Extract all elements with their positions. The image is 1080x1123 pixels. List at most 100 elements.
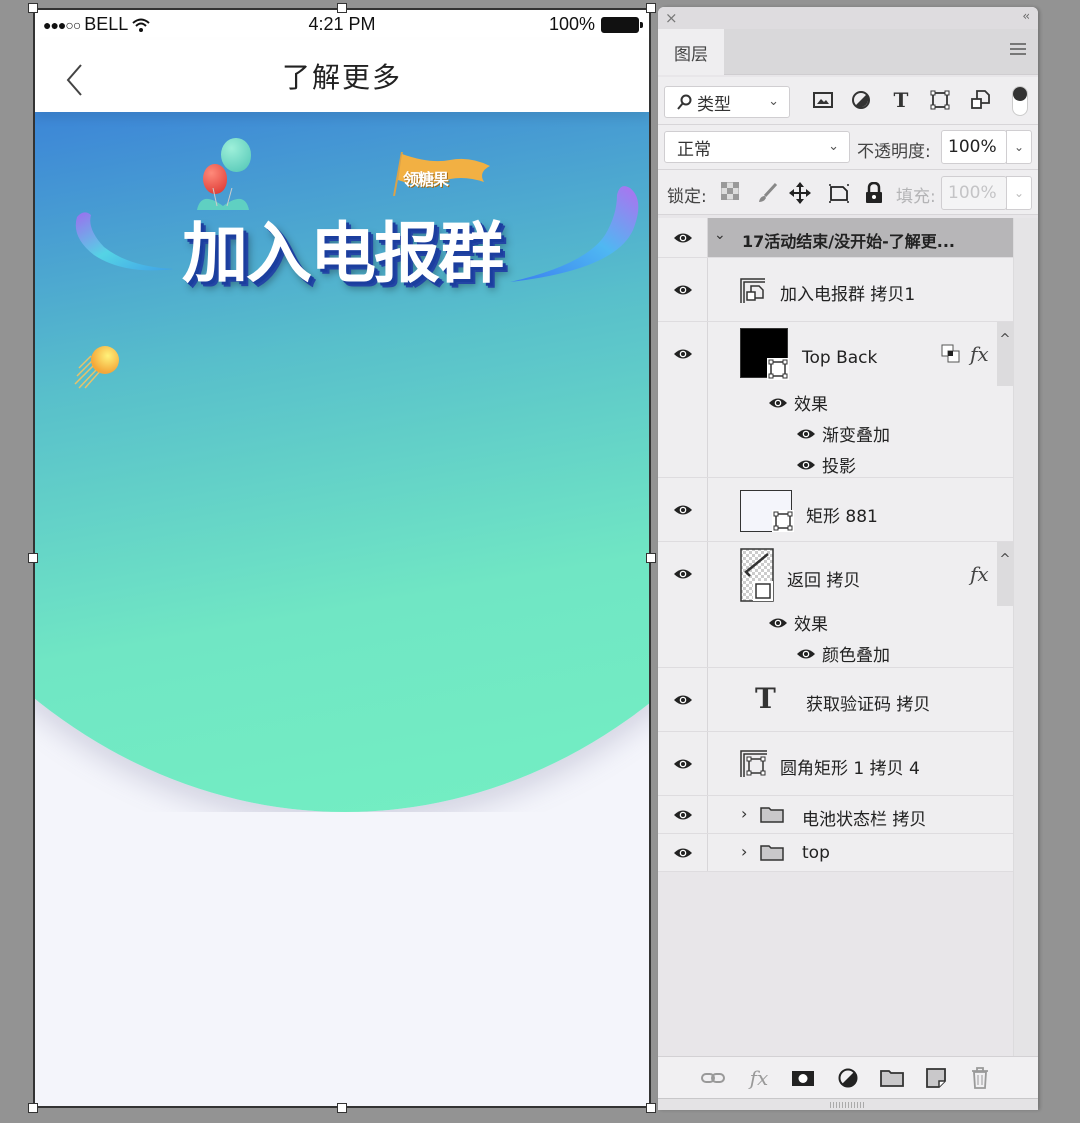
page-title: 了解更多 [281, 61, 402, 94]
filter-toggle-switch[interactable] [1012, 86, 1028, 116]
transform-handle-mr[interactable] [646, 553, 656, 563]
visibility-eye-icon[interactable] [673, 568, 693, 580]
visibility-eye-icon[interactable] [673, 284, 693, 296]
visibility-eye-icon[interactable] [673, 809, 693, 821]
layer-row[interactable]: Top Back fx ^ 效果 渐变叠加 投影 [658, 322, 1013, 478]
visibility-eye-icon[interactable] [673, 758, 693, 770]
layers-bottom-toolbar: fx [658, 1056, 1038, 1098]
battery-percent: 100% [548, 14, 595, 34]
shape-layer-badge-icon [772, 510, 794, 532]
fx-icon[interactable]: fx [970, 562, 989, 586]
effects-label: 效果 [794, 395, 828, 415]
layer-row[interactable]: 返回 拷贝 fx ^ 效果 颜色叠加 [658, 542, 1013, 668]
filter-kind-label: 类型 [697, 94, 731, 115]
blend-mode-select[interactable]: 正常 ⌄ [664, 131, 850, 163]
adjustment-icon[interactable] [835, 1066, 861, 1090]
effects-group[interactable]: 效果 [768, 390, 828, 415]
collapse-effects-icon[interactable]: ^ [997, 542, 1013, 606]
layer-row[interactable]: T 获取验证码 拷贝 [658, 668, 1013, 732]
folder-icon [760, 845, 784, 861]
opacity-input[interactable]: 100% [941, 130, 1007, 164]
visibility-eye-icon[interactable] [796, 428, 816, 440]
effect-item[interactable]: 颜色叠加 [796, 641, 890, 666]
chevron-down-icon: ⌄ [828, 139, 839, 154]
smart-object-layer-icon [740, 278, 765, 303]
hero-banner: 领糖果 加入电报群 [35, 112, 649, 812]
layer-row[interactable]: 圆角矩形 1 拷贝 4 [658, 732, 1013, 796]
layer-row[interactable]: 矩形 881 [658, 478, 1013, 542]
artboard-canvas[interactable]: ●●●○○ BELL 4:21 PM 100% 了解更多 领糖果 加入电报群 [33, 8, 651, 1108]
opacity-label: 不透明度: [857, 142, 931, 162]
fill-dropdown-button[interactable]: ⌄ [1006, 176, 1032, 210]
layer-name: top [802, 843, 830, 863]
trash-icon[interactable] [967, 1066, 993, 1090]
ios-status-bar: ●●●○○ BELL 4:21 PM 100% [35, 10, 649, 40]
close-icon[interactable]: × [665, 9, 678, 27]
effect-item[interactable]: 投影 [796, 452, 856, 477]
effect-name: 颜色叠加 [822, 646, 890, 666]
layers-panel: × ‹‹ 图层 类型 ⌄ T 正常 ⌄ 不透明度: 100% ⌄ 锁定: 填充:… [658, 7, 1038, 1110]
transform-handle-tr[interactable] [646, 3, 656, 13]
filter-kind-select[interactable]: 类型 ⌄ [664, 86, 790, 118]
visibility-eye-icon[interactable] [796, 648, 816, 660]
effect-name: 投影 [822, 457, 856, 477]
new-layer-icon[interactable] [923, 1066, 949, 1090]
effects-group[interactable]: 效果 [768, 610, 828, 635]
layer-row-group-header[interactable]: ⌄ 17活动结束/没开始-了解更... [658, 218, 1013, 258]
effects-label: 效果 [794, 615, 828, 635]
layer-row[interactable]: › top [658, 834, 1013, 872]
transform-handle-bc[interactable] [337, 1103, 347, 1113]
teal-balloon [221, 138, 251, 172]
layer-name: 圆角矩形 1 拷贝 4 [780, 759, 920, 779]
text-layer-icon: T [755, 682, 776, 715]
chevron-down-icon[interactable]: ⌄ [714, 227, 726, 243]
layer-row[interactable]: 加入电报群 拷贝1 [658, 258, 1013, 322]
layer-row[interactable]: › 电池状态栏 拷贝 [658, 796, 1013, 834]
mask-icon[interactable] [790, 1066, 816, 1090]
fill-input[interactable]: 100% [941, 176, 1007, 210]
transform-handle-bl[interactable] [28, 1103, 38, 1113]
banner-title: 加入电报群 [182, 215, 504, 292]
link-icon[interactable] [700, 1066, 726, 1090]
collapse-effects-icon[interactable]: ^ [997, 322, 1013, 386]
chevron-right-icon[interactable]: › [741, 804, 747, 823]
visibility-eye-icon[interactable] [673, 504, 693, 516]
blend-mode-label: 正常 [677, 139, 711, 160]
tab-layers[interactable]: 图层 [658, 29, 724, 75]
visibility-eye-icon[interactable] [768, 397, 788, 409]
fx-icon[interactable]: fx [970, 342, 989, 366]
panel-resize-grip[interactable] [658, 1098, 1038, 1110]
transform-handle-tl[interactable] [28, 3, 38, 13]
visibility-eye-icon[interactable] [673, 694, 693, 706]
folder-icon[interactable] [879, 1066, 905, 1090]
layers-scrollbar[interactable] [1013, 218, 1038, 1056]
lock-transparency-icon[interactable] [721, 182, 739, 200]
shape-filter-icon[interactable] [929, 89, 951, 111]
chevron-right-icon[interactable]: › [741, 842, 747, 861]
visibility-eye-icon[interactable] [673, 847, 693, 859]
type-filter-icon[interactable]: T [890, 88, 912, 112]
visibility-eye-icon[interactable] [796, 459, 816, 471]
opacity-dropdown-button[interactable]: ⌄ [1006, 130, 1032, 164]
smart-object-filter-icon[interactable] [969, 89, 991, 111]
visibility-eye-icon[interactable] [673, 348, 693, 360]
collapse-panel-icon[interactable]: ‹‹ [1022, 9, 1029, 23]
effect-item[interactable]: 渐变叠加 [796, 421, 890, 446]
lock-all-icon[interactable] [865, 182, 883, 204]
visibility-eye-icon[interactable] [768, 617, 788, 629]
adjustment-filter-icon[interactable] [850, 89, 872, 111]
lock-artboard-icon[interactable] [828, 182, 850, 204]
visibility-eye-icon[interactable] [673, 232, 693, 244]
transform-handle-tc[interactable] [337, 3, 347, 13]
layer-name: 电池状态栏 拷贝 [802, 810, 927, 830]
lock-pixels-brush-icon[interactable] [756, 182, 778, 204]
panel-menu-icon[interactable] [1010, 43, 1026, 58]
lock-position-move-icon[interactable] [789, 182, 811, 204]
transform-handle-br[interactable] [646, 1103, 656, 1113]
search-icon [677, 94, 692, 110]
image-filter-icon[interactable] [812, 89, 834, 111]
transform-handle-ml[interactable] [28, 553, 38, 563]
layer-name: Top Back [802, 348, 878, 368]
panel-title-bar: × ‹‹ [658, 7, 1038, 29]
fx-icon[interactable]: fx [746, 1066, 772, 1090]
